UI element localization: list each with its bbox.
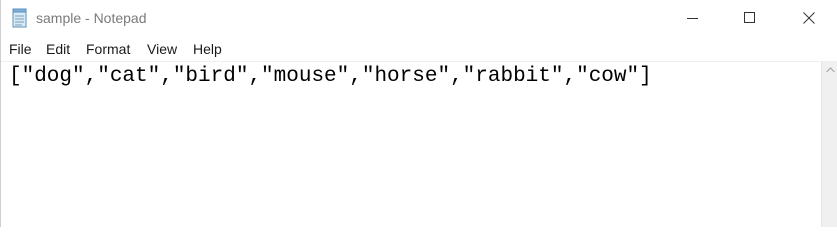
minimize-icon bbox=[687, 18, 698, 19]
close-icon bbox=[803, 12, 815, 24]
menu-edit[interactable]: Edit bbox=[46, 41, 70, 57]
editor-content[interactable]: ["dog","cat","bird","mouse","horse","rab… bbox=[9, 65, 652, 88]
menu-format[interactable]: Format bbox=[86, 41, 130, 57]
menu-file[interactable]: File bbox=[9, 41, 32, 57]
maximize-icon bbox=[744, 12, 755, 23]
window-title: sample - Notepad bbox=[36, 10, 147, 26]
close-button[interactable] bbox=[786, 0, 832, 37]
menu-view[interactable]: View bbox=[147, 41, 177, 57]
chevron-up-icon bbox=[826, 67, 835, 73]
vertical-scrollbar[interactable] bbox=[821, 61, 837, 227]
minimize-button[interactable] bbox=[670, 0, 716, 37]
notepad-icon[interactable] bbox=[11, 8, 29, 28]
text-editor-area[interactable]: ["dog","cat","bird","mouse","horse","rab… bbox=[1, 61, 821, 227]
title-bar[interactable]: sample - Notepad bbox=[1, 0, 837, 37]
scroll-up-button[interactable] bbox=[822, 61, 837, 78]
menu-help[interactable]: Help bbox=[193, 41, 222, 57]
notepad-window: sample - Notepad File Edit Format View H… bbox=[0, 0, 837, 227]
maximize-button[interactable] bbox=[727, 0, 773, 37]
menu-bar: File Edit Format View Help bbox=[1, 37, 837, 61]
